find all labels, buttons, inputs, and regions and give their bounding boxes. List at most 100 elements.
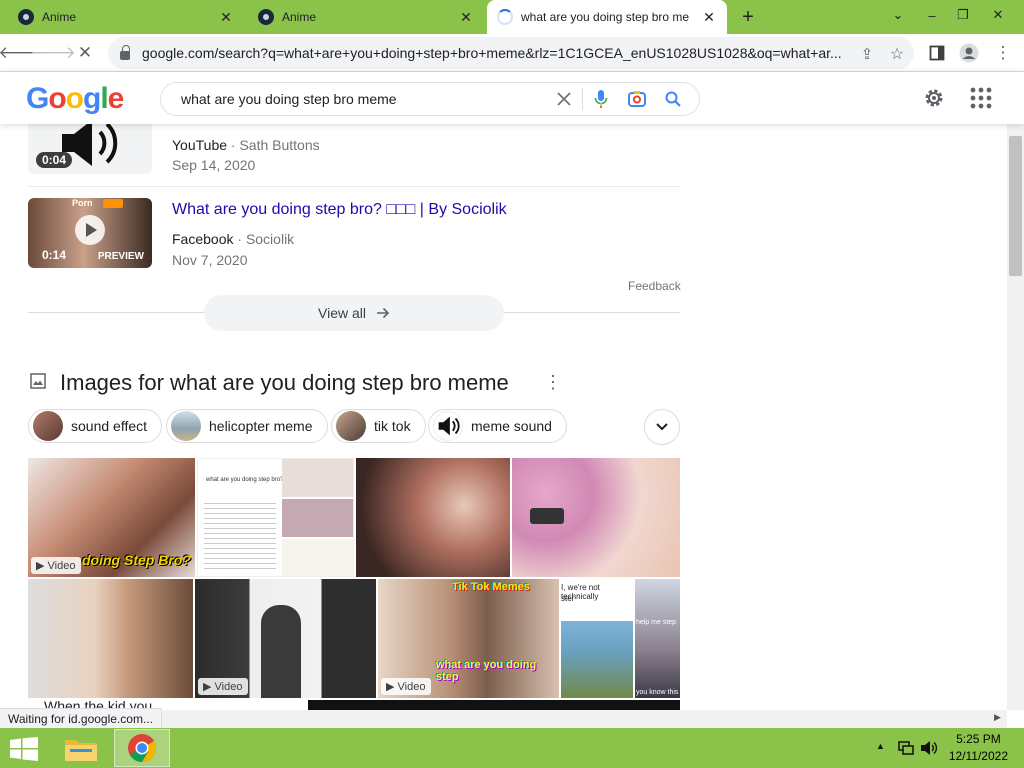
video-source-2: Facebook · Sociolik [172,231,295,247]
video-title-2[interactable]: What are you doing step bro? □□□ | By So… [172,201,507,219]
panel [282,499,353,537]
image-result-1[interactable]: doing Step Bro? ▶ Video [28,458,195,577]
image-result-7[interactable]: Tik Tok Memes what are you doing step ▶ … [378,579,559,698]
bookmark-star-icon[interactable]: ☆ [882,39,912,69]
image-result-6[interactable]: ▶ Video [195,579,376,698]
divider [28,186,680,187]
close-tab-icon[interactable]: ✕ [701,9,717,26]
thumbnail-badge [103,199,123,208]
video-source-1: YouTube · Sath Buttons [172,137,320,153]
restore-button[interactable]: ❐ [950,0,976,30]
forward-button[interactable]: 🡒 [30,38,76,68]
google-header: Google what are you doing step bro meme [0,72,1024,124]
chip-helicopter-meme[interactable]: helicopter meme [166,409,328,443]
lens-search-icon[interactable] [619,82,655,116]
tab-title: what are you doing step bro me [521,10,690,24]
image-result-9[interactable]: help me step you know this [635,579,680,698]
tab-anime-1[interactable]: Anime ✕ [8,0,244,34]
steam-icon [18,9,34,25]
minimize-button[interactable]: – [918,0,946,30]
side-panel-icon[interactable] [922,38,952,68]
scrollbar-thumb[interactable] [1009,136,1022,276]
feedback-link[interactable]: Feedback [628,279,681,293]
search-box[interactable]: what are you doing step bro meme [160,82,700,116]
url-text[interactable]: google.com/search?q=what+are+you+doing+s… [142,45,862,61]
video-thumbnail-2[interactable]: Porn 0:14 PREVIEW [28,198,152,268]
image-detail [530,508,564,524]
image-result-4[interactable] [512,458,680,577]
image-caption: what are you doing step bro? [206,477,284,483]
browser-toolbar: 🡐 🡒 ✕ google.com/search?q=what+are+you+d… [0,34,1024,72]
apps-grid-icon[interactable] [970,87,992,114]
chevron-down-icon [656,423,668,431]
chip-tik-tok[interactable]: tik tok [331,409,426,443]
windows-start-icon[interactable] [10,737,38,766]
share-icon[interactable]: ⇪ [852,39,882,69]
new-tab-button[interactable]: + [736,2,760,32]
more-options-icon[interactable]: ⋮ [544,372,562,393]
address-bar[interactable]: google.com/search?q=what+are+you+doing+s… [108,37,914,69]
close-tab-icon[interactable]: ✕ [458,9,474,26]
voice-search-icon[interactable] [583,82,619,116]
images-section-heading[interactable]: Images for what are you doing step bro m… [60,370,509,396]
video-badge: ▶ Video [381,678,432,695]
image-caption: help me step [636,619,677,626]
video-badge: ▶ Video [31,557,82,574]
stop-loading-button[interactable]: ✕ [70,38,100,68]
volume-icon[interactable] [920,739,938,762]
image-caption: ster [561,594,575,603]
image-result-8[interactable]: I, we're not technically ster [561,579,633,698]
chrome-taskbar-button[interactable] [114,729,170,767]
file-explorer-icon[interactable] [64,734,98,767]
image-result-2[interactable]: what are you doing step bro? [197,458,354,577]
panel [282,459,353,497]
tray-expand-icon[interactable]: ▲ [876,741,885,751]
status-bar: Waiting for id.google.com... [0,708,162,728]
google-logo[interactable]: Google [26,82,124,116]
video-date-1: Sep 14, 2020 [172,157,256,173]
chip-meme-sound[interactable]: meme sound [428,409,567,443]
lock-icon [120,44,130,60]
tab-search-chevron-icon[interactable]: ⌄ [886,0,910,30]
clear-search-icon[interactable] [546,82,582,116]
taskbar: ▲ 5:25 PM 12/11/2022 [0,728,1024,768]
image-result-row3[interactable] [308,700,680,710]
scroll-right-arrow-icon[interactable]: ▶ [994,712,1001,723]
view-all-button[interactable]: View all [204,295,504,331]
tab-title: Anime [42,10,77,24]
image-icon [30,373,46,389]
speaker-icon [433,411,463,441]
clock-time: 5:25 PM [956,732,1001,746]
tab-anime-2[interactable]: Anime ✕ [248,0,484,34]
menu-kebab-icon[interactable]: ⋮ [988,38,1018,68]
close-window-button[interactable]: ✕ [980,0,1016,30]
tab-search-active[interactable]: what are you doing step bro me ✕ [487,0,727,34]
search-icon[interactable] [655,82,691,116]
chip-thumbnail [171,411,201,441]
image-detail [261,605,301,698]
chrome-icon [128,734,156,762]
system-clock[interactable]: 5:25 PM 12/11/2022 [949,731,1008,765]
image-caption: Tik Tok Memes [452,581,530,593]
tab-strip: Anime ✕ Anime ✕ what are you doing step … [0,0,1024,34]
close-tab-icon[interactable]: ✕ [218,9,234,26]
chip-sound-effect[interactable]: sound effect [28,409,163,443]
preview-badge: PREVIEW [97,251,144,262]
panel [282,539,353,576]
profile-avatar-icon[interactable] [954,38,984,68]
image-result-3[interactable] [356,458,510,577]
thumbnail-logo-text: Porn [72,198,93,208]
expand-chips-button[interactable] [644,409,680,445]
network-icon[interactable] [898,740,914,761]
video-badge: ▶ Video [198,678,249,695]
tab-title: Anime [282,10,317,24]
settings-gear-icon[interactable] [922,86,946,115]
arrow-right-icon [377,307,390,319]
image-result-5[interactable] [28,579,193,698]
video-date-2: Nov 7, 2020 [172,252,248,268]
video-duration: 0:14 [42,248,67,262]
video-duration: 0:04 [36,152,73,168]
search-input[interactable]: what are you doing step bro meme [181,91,546,107]
play-icon [75,215,105,245]
chip-thumbnail [336,411,366,441]
